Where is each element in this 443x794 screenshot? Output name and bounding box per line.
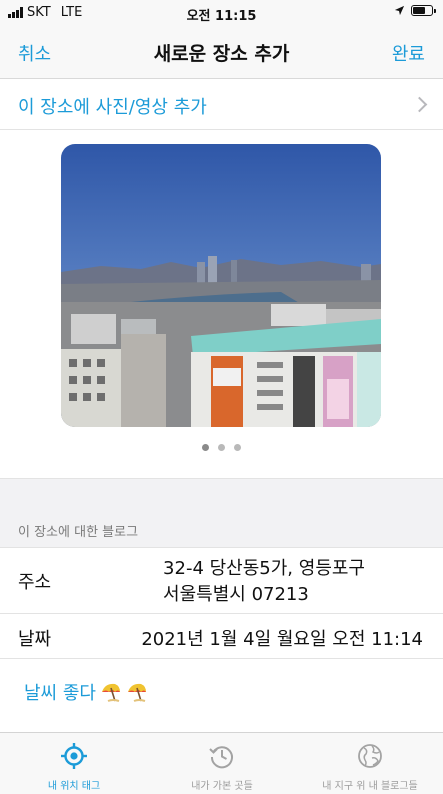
chevron-right-icon (411, 96, 428, 113)
battery-fill (413, 7, 425, 14)
globe-icon (358, 744, 382, 768)
place-photo[interactable] (61, 144, 381, 427)
status-bar: SKT LTE 오전 11:15 (0, 0, 443, 26)
date-row[interactable]: 날짜 2021년 1월 4일 월요일 오전 11:14 (0, 614, 443, 659)
tab-label: 내 위치 태그 (47, 781, 101, 792)
done-button[interactable]: 완료 (392, 40, 425, 66)
page-dot (218, 444, 225, 451)
section-separator: 이 장소에 대한 블로그 (0, 478, 443, 548)
beach-umbrella-icon (101, 683, 120, 702)
tab-label: 내 지구 위 내 블로그들 (322, 781, 418, 792)
status-right (394, 5, 436, 16)
blog-text: 날씨 좋다 (24, 683, 96, 704)
history-clock-icon (209, 746, 233, 769)
city-skyline-image (61, 144, 381, 427)
page-dot (202, 444, 209, 451)
date-value: 2021년 1월 4일 월요일 오전 11:14 (141, 629, 423, 650)
date-label: 날짜 (18, 629, 52, 650)
tab-my-location-tag[interactable]: 내 위치 태그 (0, 733, 148, 794)
blog-text-field[interactable]: 날씨 좋다 (24, 679, 148, 705)
nav-bar: 취소 새로운 장소 추가 완료 (0, 26, 443, 79)
page-indicator[interactable] (0, 444, 443, 451)
add-media-row[interactable]: 이 장소에 사진/영상 추가 (0, 79, 443, 130)
tab-visited-places[interactable]: 내가 가본 곳들 (148, 733, 296, 794)
tab-label: 내가 가본 곳들 (191, 781, 253, 792)
status-time: 오전 11:15 (186, 9, 257, 24)
address-line2: 서울특별시 07213 (163, 584, 309, 605)
address-line1: 32-4 당산동5가, 영등포구 (163, 558, 365, 579)
address-value: 32-4 당산동5가, 영등포구 서울특별시 07213 (163, 556, 365, 608)
address-label: 주소 (18, 572, 52, 593)
battery-icon (411, 5, 436, 16)
add-media-label: 이 장소에 사진/영상 추가 (18, 97, 207, 118)
section-header: 이 장소에 대한 블로그 (18, 525, 139, 540)
location-target-icon (61, 743, 87, 769)
page-title: 새로운 장소 추가 (153, 43, 290, 65)
location-arrow-icon (394, 5, 405, 16)
tab-my-blogs-on-earth[interactable]: 내 지구 위 내 블로그들 (296, 733, 443, 794)
tab-bar: 내 위치 태그 내가 가본 곳들 내 지구 위 내 블로그들 (0, 732, 443, 794)
beach-umbrella-icon (127, 683, 146, 702)
address-row[interactable]: 주소 32-4 당산동5가, 영등포구 서울특별시 07213 (0, 547, 443, 614)
page-dot (234, 444, 241, 451)
